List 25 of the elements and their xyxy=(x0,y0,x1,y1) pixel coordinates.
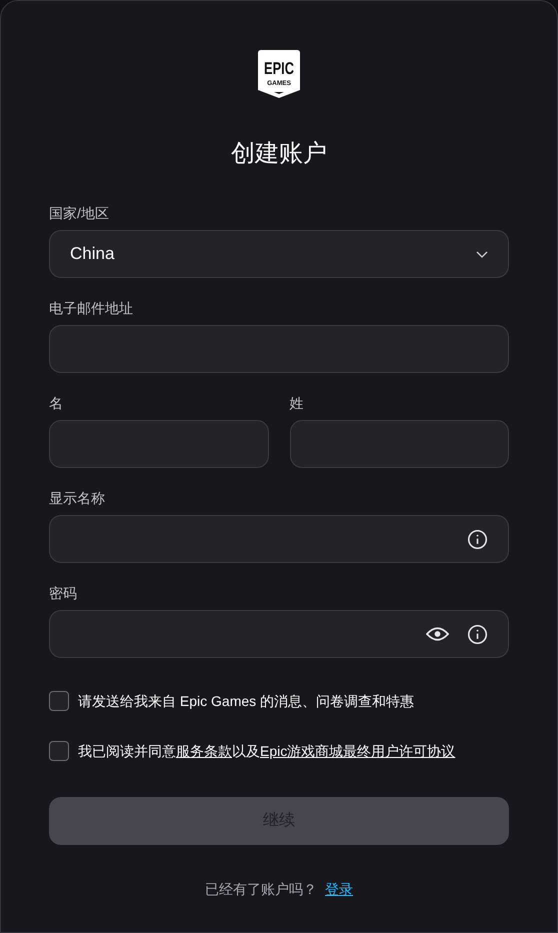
consent-text: 请发送给我来自 Epic Games 的消息、问卷调查和特惠 xyxy=(78,692,414,711)
info-icon[interactable] xyxy=(467,624,488,644)
field-label: 国家/地区 xyxy=(49,204,110,223)
footer-text: 已经有了账户吗？ xyxy=(205,880,317,899)
field-label: 名 xyxy=(49,394,64,413)
terms-link[interactable]: 服务条款 xyxy=(176,743,232,759)
input-field[interactable] xyxy=(290,420,509,468)
password-field[interactable] xyxy=(49,610,509,658)
field-label: 显示名称 xyxy=(49,489,106,508)
info-icon[interactable] xyxy=(467,528,488,550)
input-field[interactable] xyxy=(49,515,509,563)
checkbox[interactable] xyxy=(49,691,69,711)
checkbox[interactable] xyxy=(49,741,69,761)
input-field[interactable] xyxy=(49,325,509,373)
chevron-down-icon xyxy=(476,250,488,258)
field-label: 姓 xyxy=(290,394,304,413)
terms-link[interactable]: Epic游戏商城最终用户许可协议 xyxy=(260,743,456,759)
field-label: 密码 xyxy=(49,584,78,603)
page-title: 创建账户 xyxy=(230,139,328,169)
country-select[interactable]: China xyxy=(49,230,509,278)
eye-icon[interactable] xyxy=(426,626,449,642)
input-field[interactable] xyxy=(49,420,268,468)
consent-text: 我已阅读并同意服务条款以及Epic游戏商城最终用户许可协议 xyxy=(78,742,456,761)
sign-in-link[interactable]: 登录 xyxy=(325,879,353,899)
field-label: 电子邮件地址 xyxy=(49,299,134,318)
